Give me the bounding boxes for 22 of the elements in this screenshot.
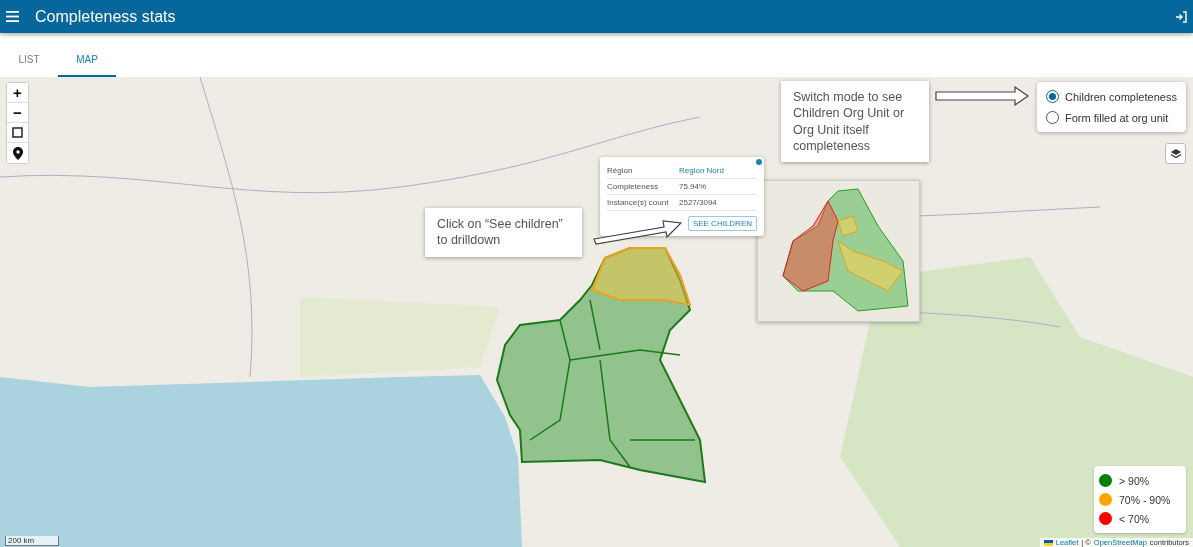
menu-icon[interactable] — [6, 11, 19, 22]
popup-label: Instance(s) count — [607, 198, 670, 207]
popup-value: 2527/3094 — [679, 198, 717, 207]
legend-label: 70% - 90% — [1119, 493, 1171, 506]
see-children-button[interactable]: SEE CHILDREN — [687, 216, 757, 231]
flag-icon — [1043, 539, 1053, 546]
popup-label: Completeness — [607, 182, 660, 191]
layers-icon[interactable] — [1165, 143, 1186, 164]
region-link[interactable]: Region Nord — [679, 166, 724, 175]
legend-label: > 90% — [1119, 474, 1150, 487]
popup-label: Région — [607, 166, 634, 175]
app-title: Completeness stats — [35, 7, 177, 26]
legend-label: < 70% — [1119, 512, 1150, 525]
popup-value: 75.94% — [679, 182, 707, 191]
mode-radio-option[interactable]: Form filled at org unit — [1037, 107, 1186, 128]
tab[interactable]: LIST — [0, 44, 58, 77]
annotation-note: Switch mode to see Children Org Unit or Org Unit itself completeness — [781, 81, 929, 162]
zoom-in-button[interactable]: + — [7, 83, 28, 103]
scale-bar: 200 km — [5, 536, 59, 546]
annotation-note: Click on “See children” to drilldown — [425, 208, 582, 257]
logout-icon[interactable] — [1175, 10, 1187, 23]
mode-radio-option[interactable]: Children completeness — [1037, 86, 1186, 107]
